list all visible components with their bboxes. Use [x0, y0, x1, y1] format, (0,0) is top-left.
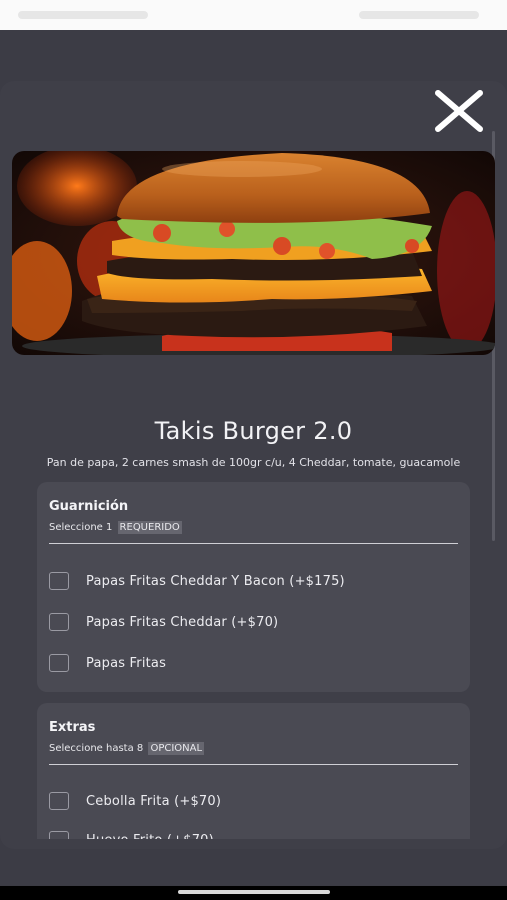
scroll-cutoff — [0, 839, 507, 849]
group-title: Guarnición — [49, 499, 129, 514]
divider — [49, 543, 458, 544]
product-description: Pan de papa, 2 carnes smash de 100gr c/u… — [46, 456, 461, 469]
option-group-guarnicion: Guarnición Seleccione 1 REQUERIDO Papas … — [37, 482, 470, 692]
option-label: Papas Fritas Cheddar (+$70) — [86, 614, 279, 630]
required-badge: REQUERIDO — [117, 521, 182, 534]
group-rule-text: Seleccione hasta 8 — [49, 743, 144, 754]
group-rule: Seleccione 1 REQUERIDO — [49, 521, 182, 534]
home-handle[interactable] — [178, 890, 330, 894]
product-title: Takis Burger 2.0 — [154, 417, 353, 445]
status-icons-blurred — [359, 11, 479, 19]
option-item[interactable]: Papas Fritas Cheddar (+$70) — [49, 610, 278, 634]
option-group-extras: Extras Seleccione hasta 8 OPCIONAL Cebol… — [37, 703, 470, 849]
checkbox-icon[interactable] — [49, 654, 69, 672]
option-label: Papas Fritas — [86, 655, 167, 671]
group-rule-text: Seleccione 1 — [49, 522, 113, 533]
close-button[interactable] — [433, 89, 485, 133]
system-nav-bar — [0, 886, 507, 900]
option-item[interactable]: Papas Fritas — [49, 651, 166, 675]
product-modal: Takis Burger 2.0 Pan de papa, 2 carnes s… — [0, 81, 507, 849]
option-label: Cebolla Frita (+$70) — [86, 793, 222, 809]
checkbox-icon[interactable] — [49, 613, 69, 631]
option-item[interactable]: Papas Fritas Cheddar Y Bacon (+$175) — [49, 569, 345, 593]
status-bar — [0, 0, 507, 30]
optional-badge: OPCIONAL — [148, 742, 205, 755]
checkbox-icon[interactable] — [49, 792, 69, 810]
status-time-blurred — [18, 11, 148, 19]
option-label: Papas Fritas Cheddar Y Bacon (+$175) — [86, 573, 345, 589]
close-icon — [435, 90, 483, 132]
group-title: Extras — [49, 720, 96, 735]
group-rule: Seleccione hasta 8 OPCIONAL — [49, 742, 205, 755]
product-image — [12, 151, 495, 355]
checkbox-icon[interactable] — [49, 572, 69, 590]
option-item[interactable]: Cebolla Frita (+$70) — [49, 789, 221, 813]
divider — [49, 764, 458, 765]
